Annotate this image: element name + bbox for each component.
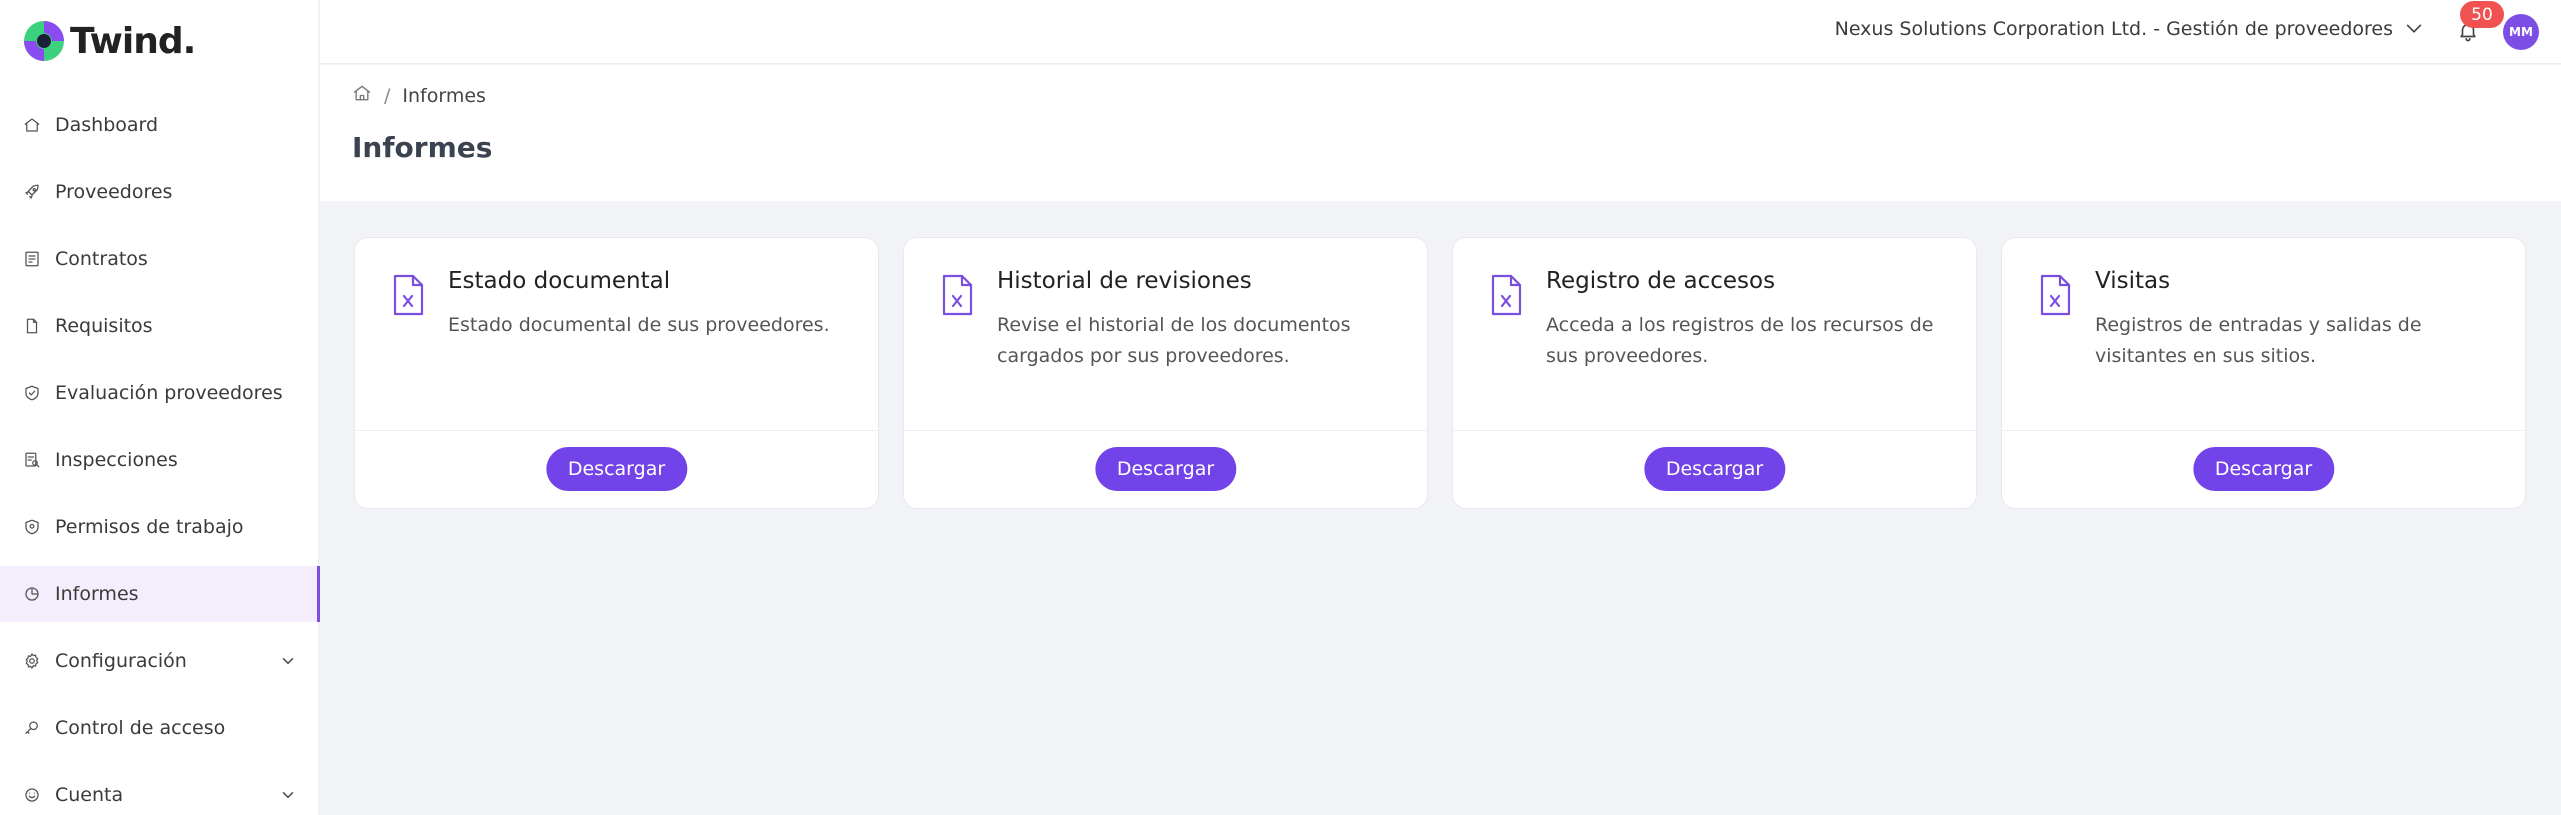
sidebar: Twind. Dashboard Proveedores Contratos R… [0,0,320,815]
report-card-registro-de-accesos: Registro de accesos Acceda a los registr… [1452,237,1977,509]
card-description: Estado documental de sus proveedores. [448,314,830,336]
card-divider [2002,430,2525,431]
gear-icon [22,651,42,671]
contract-icon [22,249,42,269]
chevron-down-icon[interactable] [279,786,297,804]
card-divider [904,430,1427,431]
sidebar-item-label: Requisitos [55,315,153,337]
sidebar-item-label: Proveedores [55,181,173,203]
sidebar-item-label: Permisos de trabajo [55,516,244,538]
page-title: Informes [352,131,493,164]
card-divider [1453,430,1976,431]
breadcrumb-current: Informes [402,84,486,107]
sidebar-item-label: Contratos [55,248,148,270]
sidebar-item-inspecciones[interactable]: Inspecciones [0,432,319,488]
rocket-icon [22,182,42,202]
key-icon [22,718,42,738]
home-icon [22,115,42,135]
page-header: / Informes Informes [320,65,2561,201]
sidebar-item-label: Informes [55,583,139,605]
breadcrumb-separator: / [384,84,391,107]
card-title: Visitas [2095,268,2171,294]
download-button[interactable]: Descargar [1643,447,1786,491]
chevron-down-icon [2403,18,2425,40]
sidebar-item-evaluacion-proveedores[interactable]: Evaluación proveedores [0,365,319,421]
brand-name: Twind. [70,20,196,62]
sidebar-item-cuenta[interactable]: Cuenta [0,767,319,815]
inspection-icon [22,450,42,470]
file-icon [22,316,42,336]
sidebar-item-permisos-de-trabajo[interactable]: Permisos de trabajo [0,499,319,555]
excel-file-icon [938,274,976,316]
pie-chart-icon [22,584,42,604]
sidebar-item-label: Evaluación proveedores [55,382,283,404]
report-card-historial-de-revisiones: Historial de revisiones Revise el histor… [903,237,1428,509]
smile-icon [22,785,42,805]
organization-selector[interactable]: Nexus Solutions Corporation Ltd. - Gesti… [1835,18,2425,40]
card-title: Historial de revisiones [997,268,1252,294]
card-title: Registro de accesos [1546,268,1776,294]
sidebar-item-label: Dashboard [55,114,159,136]
twind-logo-icon [22,19,66,63]
excel-file-icon [2036,274,2074,316]
sidebar-item-contratos[interactable]: Contratos [0,231,319,287]
breadcrumb: / Informes [352,83,486,108]
report-card-visitas: Visitas Registros de entradas y salidas … [2001,237,2526,509]
download-button[interactable]: Descargar [1094,447,1237,491]
sidebar-item-label: Control de acceso [55,717,226,739]
sidebar-item-proveedores[interactable]: Proveedores [0,164,319,220]
excel-file-icon [389,274,427,316]
sidebar-item-label: Configuración [55,650,187,672]
sidebar-item-informes[interactable]: Informes [0,566,320,622]
sidebar-item-dashboard[interactable]: Dashboard [0,97,319,153]
sidebar-item-requisitos[interactable]: Requisitos [0,298,319,354]
excel-file-icon [1487,274,1525,316]
avatar[interactable]: MM [2503,14,2539,50]
home-icon[interactable] [352,83,372,108]
report-card-estado-documental: Estado documental Estado documental de s… [354,237,879,509]
logo[interactable]: Twind. [22,18,196,64]
card-title: Estado documental [448,268,671,294]
shield-check-icon [22,383,42,403]
organization-name: Nexus Solutions Corporation Ltd. - Gesti… [1834,18,2393,40]
shield-icon [22,517,42,537]
notification-badge: 50 [2460,1,2504,28]
card-divider [355,430,878,431]
sidebar-nav: Dashboard Proveedores Contratos Requisit… [0,97,320,815]
card-description: Registros de entradas y salidas de visit… [2095,314,2422,367]
card-description: Revise el historial de los documentos ca… [997,314,1351,367]
sidebar-item-control-de-acceso[interactable]: Control de acceso [0,700,319,756]
chevron-down-icon[interactable] [279,652,297,670]
download-button[interactable]: Descargar [545,447,688,491]
report-cards: Estado documental Estado documental de s… [354,237,2526,509]
topbar: Nexus Solutions Corporation Ltd. - Gesti… [320,0,2561,64]
sidebar-item-configuracion[interactable]: Configuración [0,633,319,689]
download-button[interactable]: Descargar [2192,447,2335,491]
sidebar-item-label: Inspecciones [55,449,178,471]
card-description: Acceda a los registros de los recursos d… [1546,314,1934,367]
sidebar-item-label: Cuenta [55,784,124,806]
